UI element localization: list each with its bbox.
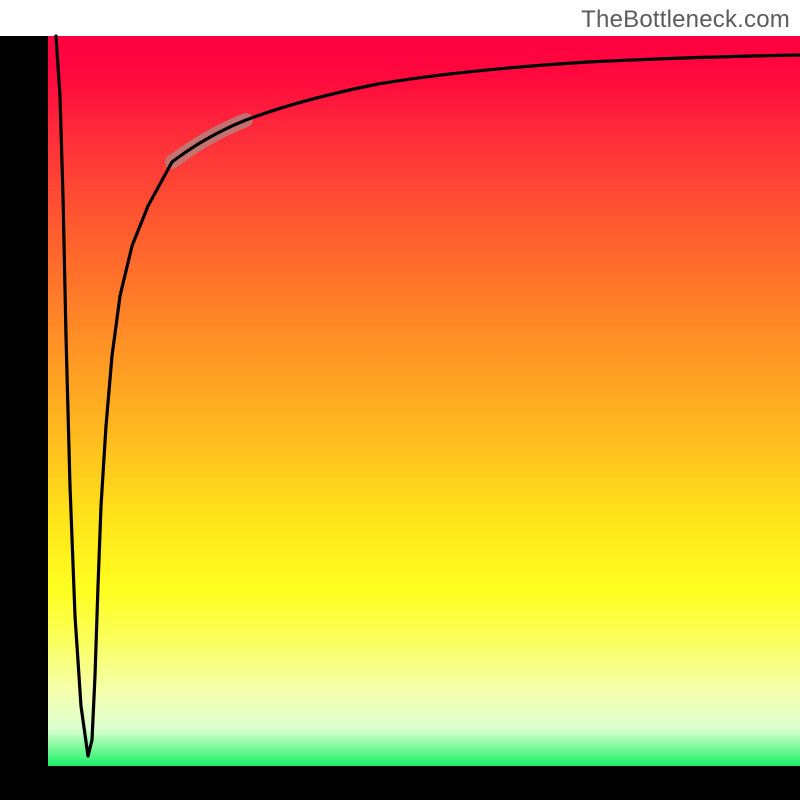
x-axis-bar	[0, 766, 800, 800]
plot-area	[48, 36, 800, 766]
watermark-label: TheBottleneck.com	[581, 6, 790, 34]
y-axis-bar	[0, 36, 48, 766]
curve-layer	[48, 36, 800, 766]
bottleneck-curve	[56, 36, 800, 756]
chart-canvas: TheBottleneck.com	[0, 0, 800, 800]
